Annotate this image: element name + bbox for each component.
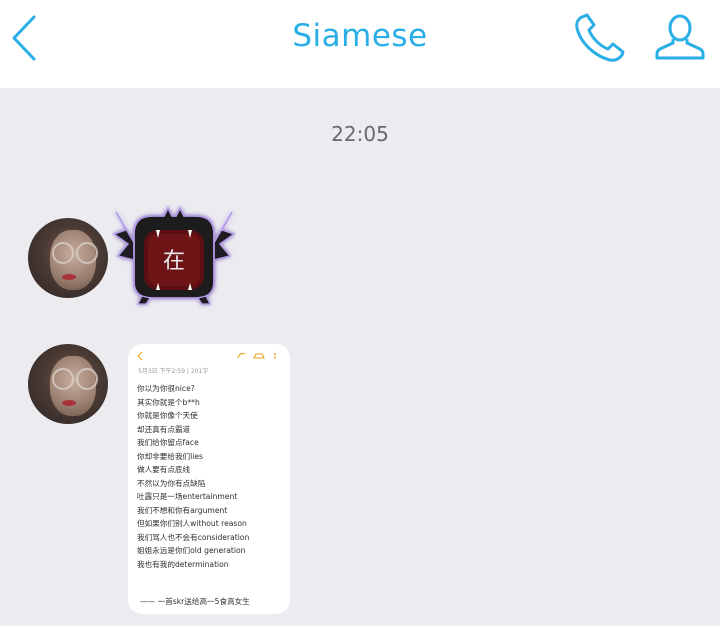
note-line: 其实你就是个b**h [137,397,200,407]
note-line: 你就是你像个天使 [137,411,198,420]
back-icon [137,351,143,361]
image-message[interactable]: 5月3日 下午2:59 | 201字 你以为你很nice? 其实你就是个b**h… [128,344,290,614]
share-icon [253,353,265,359]
note-line: 却还真有点霸道 [137,424,191,434]
note-signature: —— 一首skr送给高一5食高女生 [140,597,250,606]
call-button[interactable] [572,12,628,66]
avatar-lips [62,400,76,406]
note-line: 我们不想和你有argument [137,505,228,515]
profile-button[interactable] [654,12,706,64]
note-line: 做人要有点底线 [137,465,191,474]
note-line: 我们骂人也不会有consideration [137,532,250,542]
person-icon [655,14,705,60]
note-line: 你却非要给我们lies [137,451,204,461]
note-line: 不然以为你有点缺陷 [137,478,206,488]
sticker-message[interactable]: 在 [112,204,236,308]
sender-avatar[interactable] [28,344,108,424]
avatar-glasses [76,242,98,264]
note-line: 姐姐永远是你们old generation [137,546,246,555]
note-line: 我们给你留点face [137,438,199,447]
avatar-glasses [52,242,74,264]
note-meta: 5月3日 下午2:59 | 201字 [138,368,209,375]
message-timestamp: 22:05 [331,122,389,146]
chat-header: Siamese [0,0,720,88]
more-icon [274,353,276,355]
note-line: 吐露只是一场entertainment [137,492,238,501]
image-toolbar [134,348,284,362]
sticker-glyph: 在 [163,249,185,274]
note-line: 但如果你们别人without reason [137,519,247,528]
note-text: 你以为你很nice? 其实你就是个b**h 你就是你像个天使 却还真有点霸道 我… [137,382,286,571]
sender-avatar[interactable] [28,218,108,298]
note-line: 你以为你很nice? [137,384,195,393]
avatar-lips [62,274,76,280]
avatar-glasses [52,368,74,390]
undo-icon [237,352,246,359]
note-line: 我也有我的determination [137,559,229,569]
bat-monster-sticker: 在 [112,205,236,305]
avatar-glasses [76,368,98,390]
phone-icon [575,13,625,62]
